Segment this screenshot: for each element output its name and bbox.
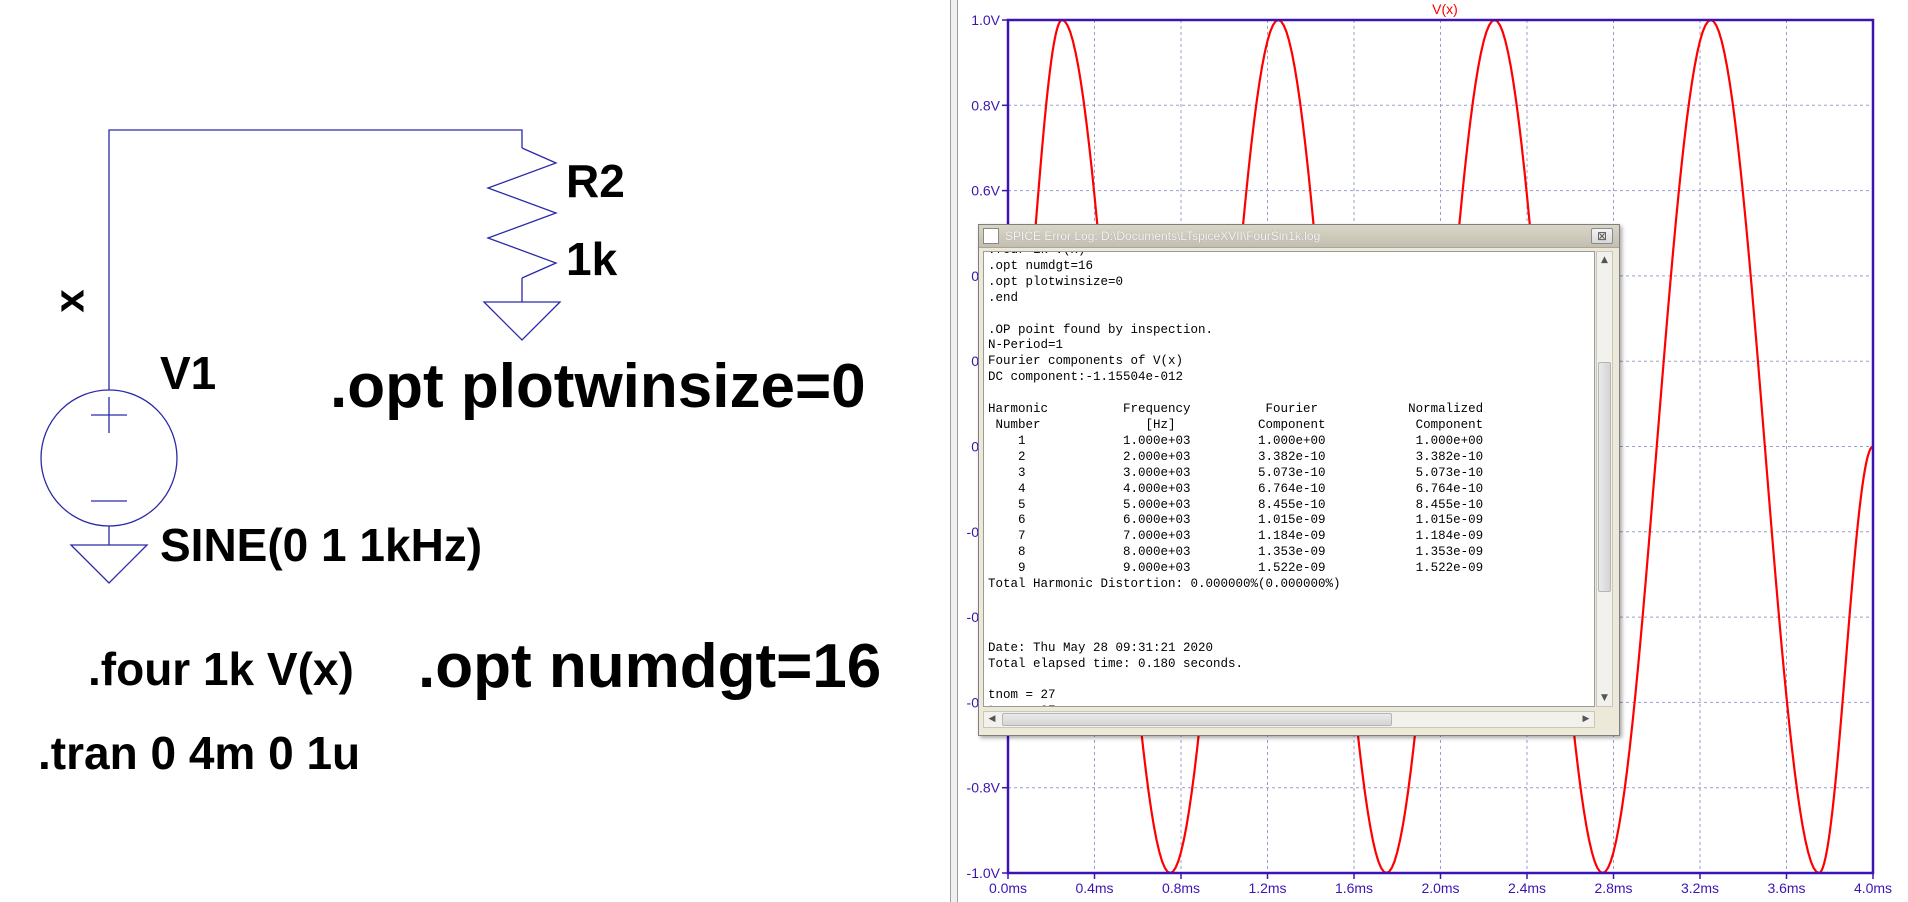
scroll-right-icon[interactable]: ▶ xyxy=(1578,712,1594,727)
log-line: .OP point found by inspection. xyxy=(988,322,1214,337)
log-line: DC component:-1.15504e-012 xyxy=(988,370,1184,385)
close-button[interactable]: ⊠ xyxy=(1591,228,1613,244)
log-line: Fourier components of V(x) xyxy=(988,354,1184,369)
y-tick-label: 1.0V xyxy=(971,12,1000,28)
log-window-title: SPICE Error Log: D:\Documents\LTspiceXVI… xyxy=(1005,229,1321,243)
log-line: .opt numdgt=16 xyxy=(988,258,1094,273)
log-line: Date: Thu May 28 09:31:21 2020 xyxy=(988,640,1214,655)
log-line: 7 7.000e+03 1.184e-09 1.184e-09 xyxy=(988,529,1484,544)
y-tick-label: 0.6V xyxy=(971,183,1000,199)
log-window-titlebar[interactable]: SPICE Error Log: D:\Documents\LTspiceXVI… xyxy=(979,225,1619,248)
scroll-up-icon[interactable]: ▲ xyxy=(1597,252,1612,268)
log-line: 2 2.000e+03 3.382e-10 3.382e-10 xyxy=(988,449,1484,464)
log-line: 4 4.000e+03 6.764e-10 6.764e-10 xyxy=(988,481,1484,496)
scroll-left-icon[interactable]: ◀ xyxy=(984,712,1000,727)
log-line: .end xyxy=(988,290,1019,305)
directive-tran[interactable]: .tran 0 4m 0 1u xyxy=(38,730,360,776)
resistor-name-label[interactable]: R2 xyxy=(566,158,625,204)
x-tick-label: 1.6ms xyxy=(1335,880,1373,896)
horizontal-scrollbar[interactable]: ◀ ▶ xyxy=(983,711,1595,728)
log-line: Total Harmonic Distortion: 0.000000%(0.0… xyxy=(988,577,1341,592)
source-name-label[interactable]: V1 xyxy=(160,350,216,396)
x-tick-label: 0.0ms xyxy=(989,880,1027,896)
ground-r2-symbol xyxy=(482,301,562,341)
wire-x-net xyxy=(108,129,523,370)
x-tick-label: 0.8ms xyxy=(1162,880,1200,896)
vertical-scrollbar[interactable]: ▲ ▼ xyxy=(1596,251,1613,707)
x-tick-label: 2.0ms xyxy=(1421,880,1459,896)
schematic-pane[interactable]: x R2 1k V1 SINE(0 1 1kHz) .opt plotwinsi… xyxy=(0,0,950,902)
log-line: 1 1.000e+03 1.000e+00 1.000e+00 xyxy=(988,433,1484,448)
spice-error-log-window[interactable]: SPICE Error Log: D:\Documents\LTspiceXVI… xyxy=(978,224,1620,736)
x-axis-ticks: 0.0ms 0.4ms 0.8ms 1.2ms 1.6ms 2.0ms 2.4ms 2.8ms… xyxy=(989,873,1892,896)
log-line: 9 9.000e+03 1.522e-09 1.522e-09 xyxy=(988,561,1484,576)
x-tick-label: 0.4ms xyxy=(1075,880,1113,896)
resistor-r2-symbol xyxy=(486,147,558,279)
directive-plotwinsize[interactable]: .opt plotwinsize=0 xyxy=(330,356,866,418)
log-line: N-Period=1 xyxy=(988,338,1064,353)
log-line: 3 3.000e+03 5.073e-10 5.073e-10 xyxy=(988,465,1484,480)
net-label-x[interactable]: x xyxy=(46,289,93,312)
log-line: tnom = 27 xyxy=(988,688,1056,703)
directive-numdgt[interactable]: .opt numdgt=16 xyxy=(418,636,881,698)
ltspice-app-icon xyxy=(983,228,999,244)
x-tick-label: 2.8ms xyxy=(1594,880,1632,896)
ground-v1-symbol xyxy=(69,544,149,584)
scroll-down-icon[interactable]: ▼ xyxy=(1597,690,1612,706)
log-line: temp = 27 xyxy=(988,704,1056,706)
log-line: .four 1k V(x) xyxy=(988,252,1086,257)
trace-name-label[interactable]: V(x) xyxy=(1432,1,1458,17)
horizontal-scroll-thumb[interactable] xyxy=(1002,713,1392,726)
log-line: 6 6.000e+03 1.015e-09 1.015e-09 xyxy=(988,513,1484,528)
vertical-scroll-thumb[interactable] xyxy=(1598,362,1611,592)
log-line: .opt plotwinsize=0 xyxy=(988,274,1124,289)
log-text-area[interactable]: .four 1k V(x) .opt numdgt=16 .opt plotwi… xyxy=(983,251,1595,707)
x-tick-label: 2.4ms xyxy=(1508,880,1546,896)
log-text: .four 1k V(x) .opt numdgt=16 .opt plotwi… xyxy=(984,252,1594,706)
log-line: Total elapsed time: 0.180 seconds. xyxy=(988,656,1244,671)
directive-four[interactable]: .four 1k V(x) xyxy=(88,646,354,692)
log-line: 8 8.000e+03 1.353e-09 1.353e-09 xyxy=(988,545,1484,560)
resistor-value-label[interactable]: 1k xyxy=(566,236,617,282)
log-line: Harmonic Frequency Fourier Normalized xyxy=(988,402,1484,417)
y-tick-label: -0.8V xyxy=(967,780,1001,796)
x-tick-label: 3.2ms xyxy=(1681,880,1719,896)
pane-splitter[interactable] xyxy=(950,0,958,902)
x-tick-label: 4.0ms xyxy=(1854,880,1892,896)
x-tick-label: 1.2ms xyxy=(1248,880,1286,896)
source-value-label[interactable]: SINE(0 1 1kHz) xyxy=(160,522,482,568)
y-tick-label: -1.0V xyxy=(967,865,1001,881)
x-tick-label: 3.6ms xyxy=(1767,880,1805,896)
log-line: 5 5.000e+03 8.455e-10 8.455e-10 xyxy=(988,497,1484,512)
y-tick-label: 0.8V xyxy=(971,97,1000,113)
log-line: Number [Hz] Component Component xyxy=(988,417,1484,432)
